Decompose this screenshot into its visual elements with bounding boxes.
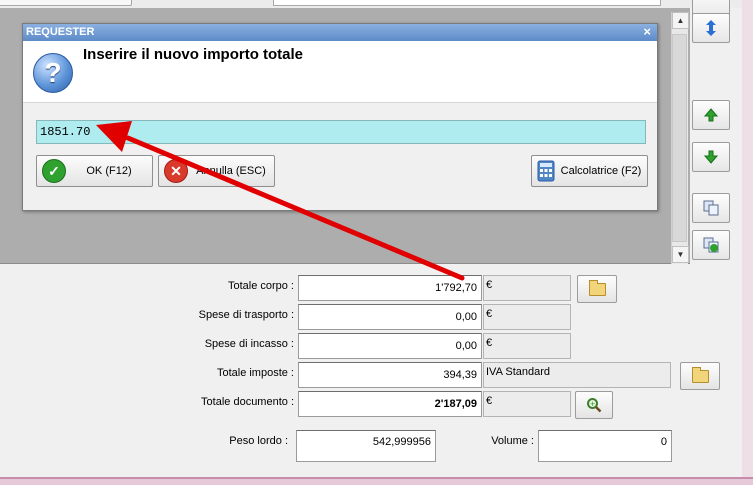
- arrow-shaft: [125, 135, 465, 281]
- annotation-arrow: [96, 121, 465, 281]
- arrow-head-icon: [96, 121, 132, 152]
